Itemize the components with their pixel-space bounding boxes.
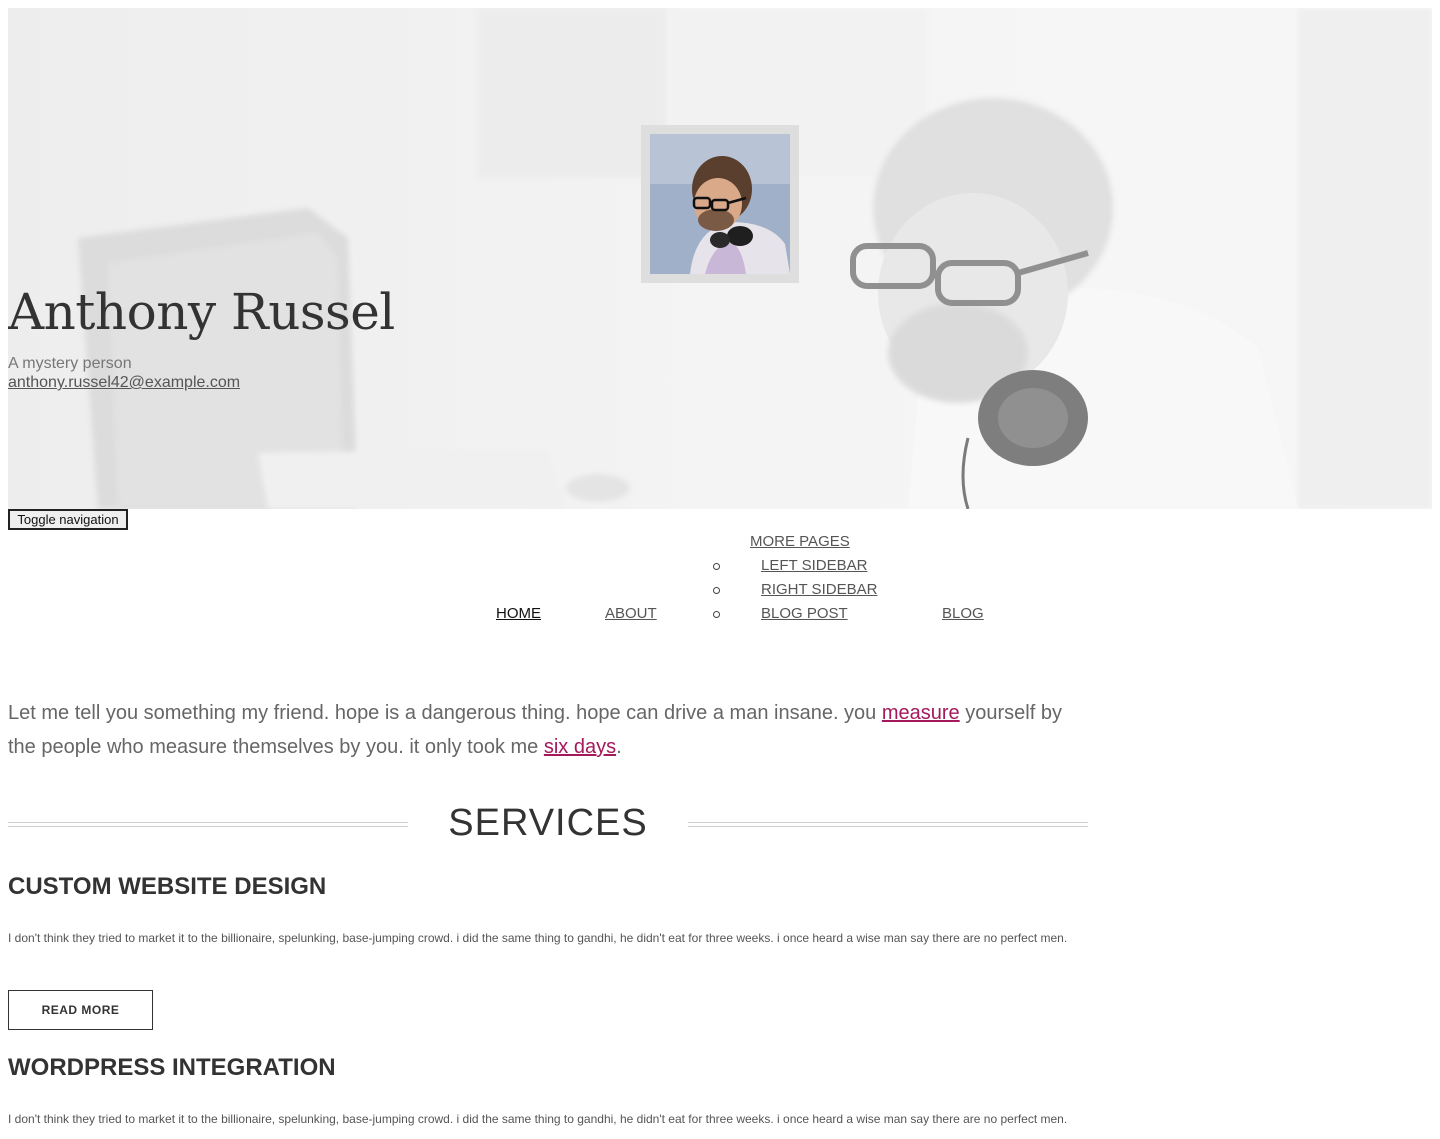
intro-link-measure[interactable]: measure xyxy=(882,702,960,724)
intro-paragraph: Let me tell you something my friend. hop… xyxy=(8,696,1093,764)
avatar-frame xyxy=(641,125,799,283)
nav-about[interactable]: ABOUT xyxy=(605,605,657,623)
service-description: I don't think they tried to market it to… xyxy=(8,931,1068,945)
hero-name: Anthony Russel xyxy=(8,283,395,341)
avatar-photo xyxy=(650,134,790,274)
nav-blog-post[interactable]: BLOG POST xyxy=(761,605,848,623)
hero-banner: Anthony Russel A mystery person anthony.… xyxy=(8,8,1432,509)
submenu-bullet-icon xyxy=(713,611,720,618)
email-link[interactable]: anthony.russel42@example.com xyxy=(8,373,240,392)
nav-blog[interactable]: BLOG xyxy=(942,605,984,623)
submenu-bullet-icon xyxy=(713,563,720,570)
section-title: SERVICES xyxy=(448,802,648,844)
nav-left-sidebar[interactable]: LEFT SIDEBAR xyxy=(761,557,867,575)
intro-text: Let me tell you something my friend. hop… xyxy=(8,702,882,724)
nav-right-sidebar[interactable]: RIGHT SIDEBAR xyxy=(761,581,877,599)
service-title: CUSTOM WEBSITE DESIGN xyxy=(8,873,327,900)
read-more-button[interactable]: READ MORE xyxy=(8,990,153,1030)
intro-link-six-days[interactable]: six days xyxy=(544,736,616,758)
divider-left xyxy=(8,822,408,827)
service-title: WORDPRESS INTEGRATION xyxy=(8,1054,336,1081)
page: Anthony Russel A mystery person anthony.… xyxy=(0,0,1440,1139)
nav-home[interactable]: HOME xyxy=(496,605,541,623)
services-heading: SERVICES xyxy=(8,800,1088,850)
nav-more-pages[interactable]: MORE PAGES xyxy=(750,533,850,551)
avatar[interactable] xyxy=(650,134,790,274)
service-description: I don't think they tried to market it to… xyxy=(8,1112,1068,1126)
toggle-navigation-button[interactable]: Toggle navigation xyxy=(8,509,128,530)
hero-tagline: A mystery person xyxy=(8,355,132,372)
intro-text: . xyxy=(616,736,622,758)
submenu-bullet-icon xyxy=(713,587,720,594)
divider-right xyxy=(688,822,1088,827)
